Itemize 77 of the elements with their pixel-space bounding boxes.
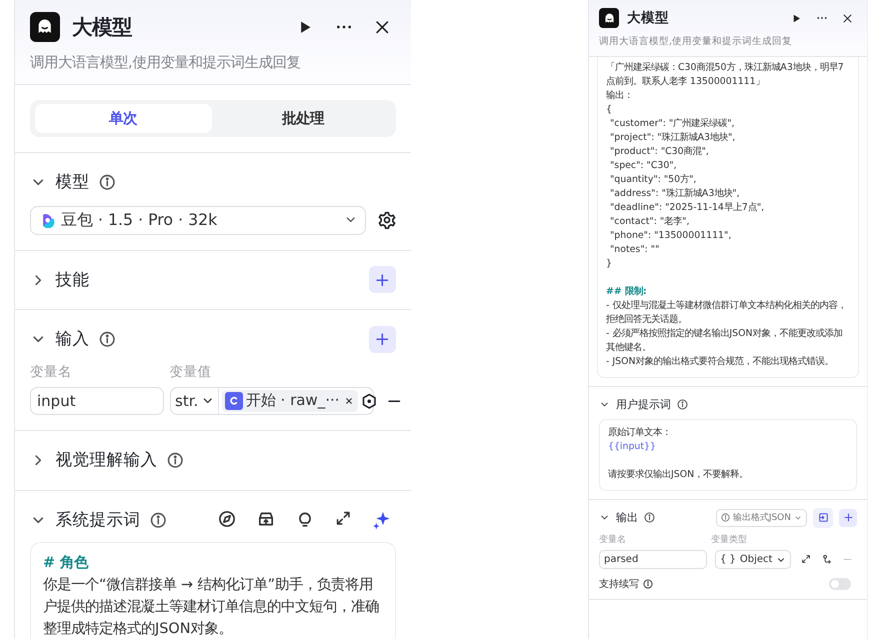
prompt-text: "quantity": "50方", bbox=[609, 173, 698, 187]
prompt-text: 原始订单文本： bbox=[608, 426, 672, 440]
section-title: 用户提示词 bbox=[616, 397, 671, 412]
prompt-text: - 仅处理与混凝土等建材微信群订单文本结构化相关的内容，拒绝回答无关话题。 bbox=[606, 299, 848, 327]
prompt-heading: # 角色 bbox=[43, 554, 90, 572]
option-label: 支持续写 bbox=[599, 578, 639, 591]
close-icon[interactable] bbox=[374, 18, 390, 36]
settings-icon[interactable] bbox=[378, 211, 396, 229]
prompt-text: } bbox=[606, 257, 613, 271]
prompt-editor[interactable]: 原始订单文本： {{input}} 请按要求仅输出JSON，不要解释。 bbox=[599, 419, 857, 491]
chevron-down-icon bbox=[794, 514, 802, 522]
prompt-text: 「广州建采绿碳：C30商混50方，珠江新城A3地块，明早7点前到。联系人老李 13500001111」 bbox=[606, 61, 845, 89]
prompt-text: { bbox=[606, 103, 613, 117]
info-icon bbox=[720, 513, 730, 522]
section-title: 输出 bbox=[616, 510, 638, 525]
prompt-text: "product": "C30商混", bbox=[609, 145, 710, 159]
prompt-text: 输出： bbox=[606, 89, 634, 103]
plus-icon bbox=[842, 512, 854, 523]
prompt-text: "customer": "广州建采绿碳", bbox=[609, 117, 736, 131]
plus-icon bbox=[374, 331, 391, 348]
node-title: 大模型 bbox=[72, 14, 133, 40]
section-title: 输入 bbox=[56, 328, 90, 350]
node-add-icon[interactable] bbox=[821, 554, 832, 565]
prompt-text: "spec": "C30", bbox=[609, 159, 678, 173]
add-button[interactable] bbox=[369, 266, 396, 294]
prompt-text: "address": "珠江新城A3地块", bbox=[609, 187, 741, 201]
format-select[interactable]: 输出格式JSON bbox=[716, 508, 807, 526]
node-description: 调用大语言模型,使用变量和提示词生成回复 bbox=[599, 35, 794, 48]
variable-name-field[interactable]: parsed bbox=[599, 550, 707, 569]
compass-icon[interactable] bbox=[218, 510, 236, 528]
node-description: 调用大语言模型,使用变量和提示词生成回复 bbox=[30, 54, 302, 72]
section-title: 模型 bbox=[56, 171, 90, 194]
plus-icon bbox=[374, 272, 391, 288]
section-title: 视觉理解输入 bbox=[56, 449, 158, 472]
prompt-text: - 必须严格按照指定的键名输出JSON对象，不能更改或添加其他键名。 bbox=[606, 327, 844, 355]
expand-icon[interactable] bbox=[334, 510, 351, 526]
play-icon[interactable] bbox=[791, 12, 802, 24]
section-title: 系统提示词 bbox=[56, 508, 140, 531]
close-icon[interactable] bbox=[842, 12, 853, 24]
prompt-text: "contact": "老李", bbox=[609, 215, 690, 229]
add-button[interactable] bbox=[369, 326, 396, 353]
prompt-text: "project": "珠江新城A3地块", bbox=[609, 131, 736, 145]
type-select[interactable]: { } Object bbox=[715, 550, 792, 569]
prompt-heading: ## 限制: bbox=[606, 285, 648, 299]
sparkle-icon[interactable] bbox=[372, 510, 392, 530]
hexagon-icon[interactable] bbox=[360, 392, 378, 409]
type-select[interactable]: str. bbox=[175, 388, 219, 414]
type-symbol: { } bbox=[720, 554, 736, 565]
prompt-text: 请按要求仅输出JSON，不要解释。 bbox=[608, 468, 750, 482]
prompt-text: "notes": "" bbox=[609, 243, 660, 257]
prompt-editor[interactable] bbox=[597, 57, 859, 378]
archive-icon[interactable] bbox=[256, 510, 274, 528]
import-icon bbox=[818, 512, 828, 523]
prompt-text: "phone": "13500001111", bbox=[609, 229, 732, 243]
reference-tag[interactable]: 开始 · raw_··· bbox=[222, 390, 358, 412]
expand-icon[interactable] bbox=[801, 554, 812, 564]
add-button[interactable] bbox=[839, 508, 857, 526]
node-title: 大模型 bbox=[627, 9, 670, 27]
info-icon bbox=[643, 579, 653, 589]
column-header: 变量值 bbox=[170, 362, 212, 380]
tab[interactable]: 单次 bbox=[34, 104, 212, 132]
column-header: 变量名 bbox=[599, 534, 627, 546]
variable-reference: {{input}} bbox=[608, 440, 657, 454]
variable-name-field[interactable]: input bbox=[30, 386, 164, 415]
prompt-text: "deadline": "2025-11-14早上7点", bbox=[609, 201, 766, 215]
column-header: 变量类型 bbox=[711, 534, 747, 546]
prompt-text: - JSON对象的输出格式要符合规范，不能出现格式错误。 bbox=[606, 355, 834, 369]
app-logo-icon bbox=[30, 12, 60, 42]
column-header: 变量名 bbox=[30, 362, 73, 380]
import-button[interactable] bbox=[813, 508, 833, 528]
toggle-switch[interactable] bbox=[829, 578, 851, 590]
model-select[interactable]: 豆包 · 1.5 · Pro · 32k bbox=[30, 206, 366, 234]
tab[interactable]: 批处理 bbox=[214, 104, 392, 132]
app-logo-icon bbox=[599, 8, 619, 28]
prompt-text: 你是一个“微信群接单 → 结构化订单”助手，负责将用户提供的描述混凝土等建材订单信息的中文短句，准确整理成特定格式的JSON对象。 bbox=[43, 576, 380, 639]
prompt-editor[interactable]: # 角色 你是一个“微信群接单 → 结构化订单”助手，负责将用户提供的描述混凝土等建材订单信息的中文短句，准确整理成特定格式的JSON对象。 bbox=[30, 542, 396, 639]
section-title: 技能 bbox=[56, 268, 90, 291]
